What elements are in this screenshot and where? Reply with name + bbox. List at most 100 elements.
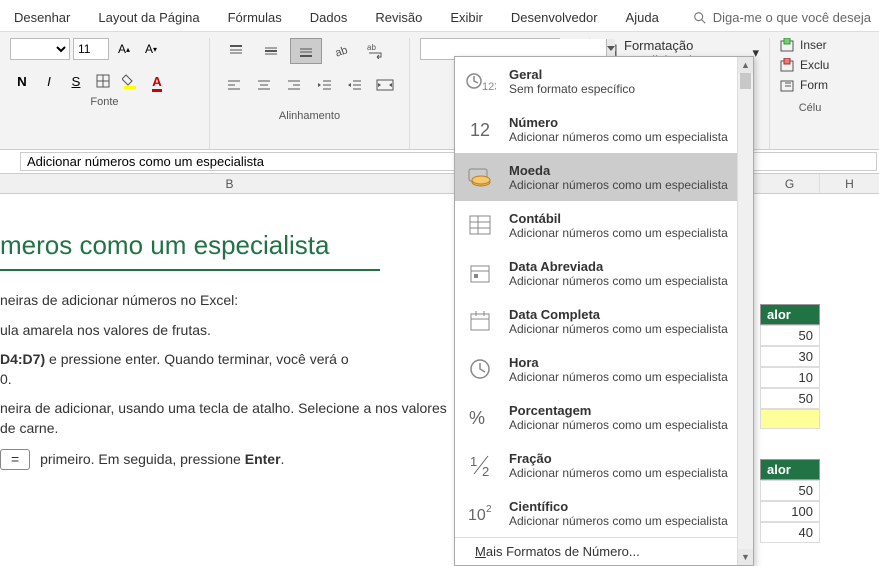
search-icon (693, 11, 707, 25)
paragraph-1: neiras de adicionar números no Excel: (0, 291, 460, 311)
format-option-currency[interactable]: MoedaAdicionar números como um especiali… (455, 153, 753, 201)
column-header-G[interactable]: G (760, 174, 820, 194)
fraction-icon: 12 (465, 449, 497, 481)
decrease-indent-button[interactable] (311, 72, 338, 98)
table-cell[interactable]: 100 (760, 501, 820, 522)
format-option-subtitle: Adicionar números como um especialista (509, 130, 743, 144)
format-cells-button[interactable]: Form (780, 78, 840, 92)
format-option-subtitle: Adicionar números como um especialista (509, 466, 743, 480)
format-option-number[interactable]: 12NúmeroAdicionar números como um especi… (455, 105, 753, 153)
align-top-button[interactable] (220, 38, 252, 64)
paragraph-3: D4:D7) e pressione enter. Quando termina… (0, 350, 460, 389)
svg-text:ab: ab (334, 44, 349, 59)
format-option-date-long[interactable]: Data CompletaAdicionar números como um e… (455, 297, 753, 345)
currency-icon (465, 161, 497, 193)
align-bottom-button[interactable] (290, 38, 322, 64)
paragraph-4: neira de adicionar, usando uma tecla de … (0, 399, 460, 438)
font-size-input[interactable] (73, 38, 109, 60)
table-cell[interactable]: 50 (760, 325, 820, 346)
tell-me-search[interactable]: Diga-me o que você deseja (685, 4, 879, 31)
underline-button[interactable]: S (64, 70, 88, 92)
format-option-date-short[interactable]: Data AbreviadaAdicionar números como um … (455, 249, 753, 297)
group-cells-label: Célu (780, 98, 840, 118)
format-option-scientific[interactable]: 102CientíficoAdicionar números como um e… (455, 489, 753, 537)
tab-review[interactable]: Revisão (361, 4, 436, 31)
column-header-H[interactable]: H (820, 174, 879, 194)
tab-draw[interactable]: Desenhar (0, 4, 84, 31)
table-cell[interactable]: 50 (760, 480, 820, 501)
tab-help[interactable]: Ajuda (612, 4, 673, 31)
tab-data[interactable]: Dados (296, 4, 362, 31)
format-label: Form (800, 78, 828, 92)
increase-indent-button[interactable] (341, 72, 368, 98)
delete-icon (780, 58, 796, 72)
more-number-formats[interactable]: Mais Formatos de Número... (455, 537, 753, 565)
table-cell[interactable]: 40 (760, 522, 820, 543)
insert-cells-button[interactable]: Inser (780, 38, 840, 52)
table-header-valor-2: alor (760, 459, 820, 480)
format-option-title: Data Abreviada (509, 259, 743, 274)
increase-font-button[interactable]: A▴ (112, 38, 136, 60)
group-alignment: ab ab Alinhamento (210, 38, 410, 149)
tab-page-layout[interactable]: Layout da Página (84, 4, 213, 31)
format-option-title: Moeda (509, 163, 743, 178)
page-title: meros como um especialista (0, 220, 460, 269)
table-cell[interactable]: 50 (760, 388, 820, 409)
insert-label: Inser (800, 38, 827, 52)
bold-button[interactable]: N (10, 70, 34, 92)
borders-button[interactable] (91, 70, 115, 92)
scroll-down-button[interactable]: ▼ (738, 549, 753, 565)
table-cell[interactable]: 30 (760, 346, 820, 367)
italic-button[interactable]: I (37, 70, 61, 92)
table-cell[interactable]: 10 (760, 367, 820, 388)
format-option-subtitle: Adicionar números como um especialista (509, 418, 743, 432)
general-icon: 123 (465, 65, 497, 97)
insert-icon (780, 38, 796, 52)
date-long-icon (465, 305, 497, 337)
align-left-button[interactable] (220, 72, 247, 98)
align-center-button[interactable] (250, 72, 277, 98)
group-font: A▴ A▾ N I S A Fonte (0, 38, 210, 149)
format-option-title: Porcentagem (509, 403, 743, 418)
svg-text:123: 123 (482, 81, 496, 93)
scroll-up-button[interactable]: ▲ (738, 57, 753, 73)
merge-button[interactable] (372, 72, 399, 98)
percent-icon: % (465, 401, 497, 433)
format-option-fraction[interactable]: 12 FraçãoAdicionar números como um especi… (455, 441, 753, 489)
tab-developer[interactable]: Desenvolvedor (497, 4, 612, 31)
svg-text:ab: ab (367, 43, 376, 52)
delete-label: Exclu (800, 58, 829, 72)
paragraph-2: ula amarela nos valores de frutas. (0, 321, 460, 341)
format-option-general[interactable]: 123GeralSem formato específico (455, 57, 753, 105)
font-color-button[interactable]: A (145, 70, 169, 92)
svg-text:10: 10 (468, 507, 486, 524)
font-name-select[interactable] (10, 38, 70, 60)
align-middle-button[interactable] (255, 38, 287, 64)
dropdown-scrollbar[interactable]: ▲ ▼ (737, 57, 753, 565)
title-underline (0, 269, 380, 271)
delete-cells-button[interactable]: Exclu (780, 58, 840, 72)
fill-color-button[interactable] (118, 70, 142, 92)
time-icon (465, 353, 497, 385)
svg-text:12: 12 (470, 120, 490, 140)
format-option-title: Contábil (509, 211, 743, 226)
format-option-subtitle: Adicionar números como um especialista (509, 226, 743, 240)
decrease-font-button[interactable]: A▾ (139, 38, 163, 60)
format-option-title: Fração (509, 451, 743, 466)
format-option-title: Data Completa (509, 307, 743, 322)
tab-view[interactable]: Exibir (436, 4, 497, 31)
format-option-subtitle: Adicionar números como um especialista (509, 322, 743, 336)
format-option-subtitle: Adicionar números como um especialista (509, 178, 743, 192)
wrap-text-button[interactable]: ab (360, 38, 392, 64)
format-option-accounting[interactable]: Contábil Adicionar números como um espec… (455, 201, 753, 249)
format-option-title: Geral (509, 67, 743, 82)
scroll-thumb[interactable] (740, 73, 751, 89)
format-option-time[interactable]: HoraAdicionar números como um especialis… (455, 345, 753, 393)
column-header-B[interactable]: B (0, 174, 460, 193)
align-right-button[interactable] (281, 72, 308, 98)
table-cell-highlight[interactable] (760, 409, 820, 429)
orientation-button[interactable]: ab (325, 38, 357, 64)
format-option-percent[interactable]: % PorcentagemAdicionar números como um es… (455, 393, 753, 441)
tab-formulas[interactable]: Fórmulas (214, 4, 296, 31)
format-option-subtitle: Adicionar números como um especialista (509, 514, 743, 528)
